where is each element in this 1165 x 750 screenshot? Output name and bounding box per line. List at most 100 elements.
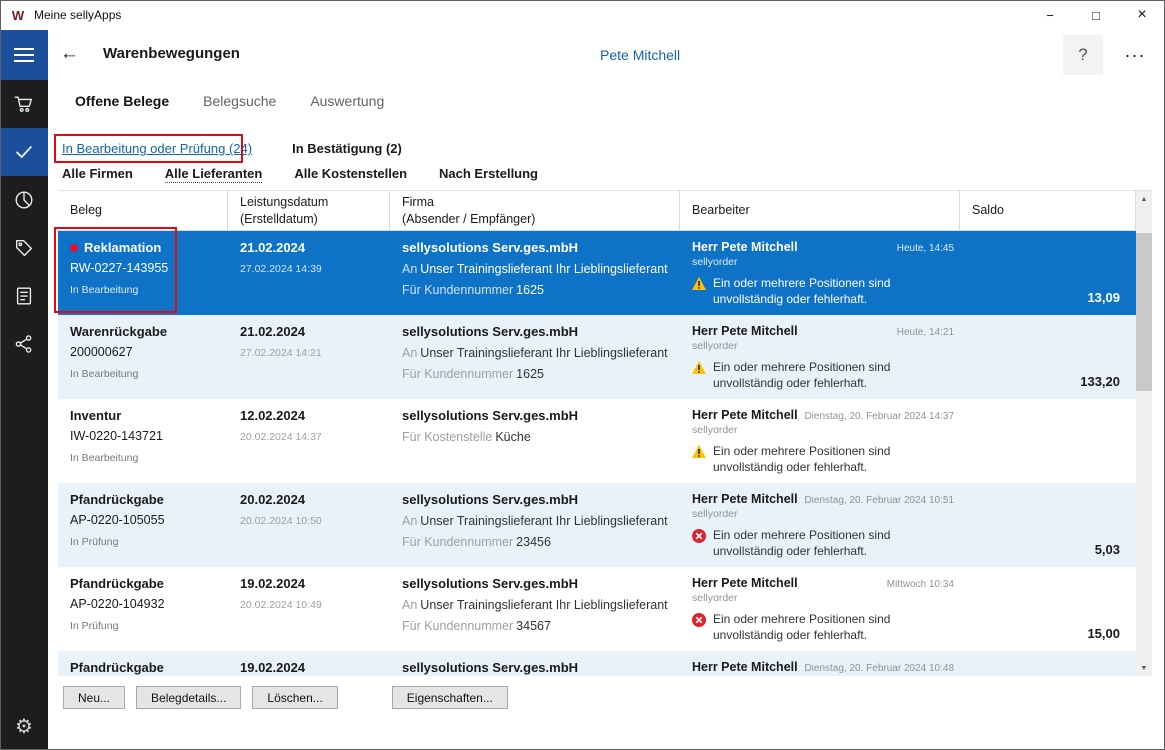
column-header-beleg[interactable]: Beleg xyxy=(58,191,228,230)
tab-belegsuche[interactable]: Belegsuche xyxy=(203,93,276,109)
beleg-status: In Bearbeitung xyxy=(70,368,228,380)
table-row[interactable]: ReklamationRW-0227-143955In Bearbeitung2… xyxy=(58,231,1136,315)
date-cell: 21.02.202427.02.2024 14:21 xyxy=(228,315,390,399)
alert-message: Ein oder mehrere Positionen sind unvolls… xyxy=(713,276,944,307)
table-row[interactable]: PfandrückgabeAP-0220-104932In Prüfung19.… xyxy=(58,567,1136,651)
cart-icon[interactable] xyxy=(0,80,48,128)
settings-gear-icon[interactable]: ⚙ xyxy=(0,702,48,750)
alert-message: Ein oder mehrere Positionen sind unvolls… xyxy=(713,444,944,475)
eigenschaften-button[interactable]: Eigenschaften... xyxy=(392,686,508,709)
maximize-button[interactable]: □ xyxy=(1073,0,1119,30)
created-date: 20.02.2024 14:37 xyxy=(240,431,390,443)
firma-cell: sellysolutions Serv.ges.mbH AnUnser Train… xyxy=(390,315,680,399)
column-header-saldo[interactable]: Saldo xyxy=(960,191,1136,230)
company-detail: AnUnser Trainingslieferant Ihr Lieblings… xyxy=(402,514,680,528)
beleg-number: RW-0227-143955 xyxy=(70,261,228,275)
source-app: sellyorder xyxy=(692,508,954,520)
bearbeiter-cell: Herr Pete MitchellDienstag, 20. Februar … xyxy=(680,399,960,483)
column-header-leistungsdatum[interactable]: Leistungsdatum(Erstelldatum) xyxy=(228,191,390,230)
more-options-button[interactable]: ··· xyxy=(1115,35,1155,75)
journal-icon[interactable] xyxy=(0,272,48,320)
date-cell: 21.02.202427.02.2024 14:39 xyxy=(228,231,390,315)
edit-timestamp: Heute, 14:21 xyxy=(897,327,954,338)
editor-name: Herr Pete Mitchell xyxy=(692,240,798,254)
source-app: sellyorder xyxy=(692,424,954,436)
saldo-value: 13,09 xyxy=(1087,290,1120,305)
edit-timestamp: Dienstag, 20. Februar 2024 10:51 xyxy=(804,495,954,506)
company-detail: AnUnser Trainingslieferant Ihr Lieblings… xyxy=(402,598,680,612)
pie-chart-icon[interactable] xyxy=(0,176,48,224)
source-app: sellyorder xyxy=(692,340,954,352)
table-row[interactable]: PfandrückgabeAP-0220-105055In Prüfung20.… xyxy=(58,483,1136,567)
saldo-cell: 133,20 xyxy=(960,315,1136,399)
created-date: 20.02.2024 10:50 xyxy=(240,515,390,527)
neu-button[interactable]: Neu... xyxy=(63,686,125,709)
beleg-cell: PfandrückgabeAP-0220-105055In Prüfung xyxy=(58,483,228,567)
column-header-firma[interactable]: Firma(Absender / Empfänger) xyxy=(390,191,680,230)
tab-offene-belege[interactable]: Offene Belege xyxy=(75,93,169,109)
window-controls: − □ × xyxy=(1027,0,1165,30)
share-icon[interactable] xyxy=(0,320,48,368)
service-date: 19.02.2024 xyxy=(240,660,390,675)
saldo-cell xyxy=(960,651,1136,676)
scope-filter-bar: Alle Firmen Alle Lieferanten Alle Kostenst… xyxy=(62,166,538,183)
date-cell: 12.02.202420.02.2024 14:37 xyxy=(228,399,390,483)
beleg-number: AP-0220-105055 xyxy=(70,513,228,527)
beleg-cell: ReklamationRW-0227-143955In Bearbeitung xyxy=(58,231,228,315)
company-detail: Für Kundennummer1625 xyxy=(402,283,680,297)
check-icon[interactable] xyxy=(0,128,48,176)
company-name: sellysolutions Serv.ges.mbH xyxy=(402,324,680,339)
filter-nach-erstellung[interactable]: Nach Erstellung xyxy=(439,166,538,183)
scroll-down-icon[interactable]: ▼ xyxy=(1136,660,1152,676)
service-date: 21.02.2024 xyxy=(240,324,390,339)
date-cell: 20.02.202420.02.2024 10:50 xyxy=(228,483,390,567)
edit-timestamp: Heute, 14:45 xyxy=(897,243,954,254)
hamburger-menu-icon[interactable] xyxy=(0,30,48,80)
filter-alle-lieferanten[interactable]: Alle Lieferanten xyxy=(165,166,263,183)
saldo-value: 133,20 xyxy=(1080,374,1120,389)
minimize-button[interactable]: − xyxy=(1027,0,1073,30)
edit-timestamp: Dienstag, 20. Februar 2024 10:48 xyxy=(804,663,954,674)
company-detail: Für Kundennummer23456 xyxy=(402,535,680,549)
filter-alle-kostenstellen[interactable]: Alle Kostenstellen xyxy=(294,166,407,183)
scrollbar-thumb[interactable] xyxy=(1136,233,1152,391)
saldo-cell: 5,03 xyxy=(960,483,1136,567)
company-detail: AnUnser Trainingslieferant Ihr Lieblings… xyxy=(402,346,680,360)
filter-in-bestätigung-2[interactable]: In Bestätigung (2) xyxy=(292,141,402,156)
date-cell: 19.02.202420.02.2024 10:49 xyxy=(228,567,390,651)
tag-icon[interactable] xyxy=(0,224,48,272)
table-row[interactable]: Pfandrückgabe19.02.2024sellysolutions Se… xyxy=(58,651,1136,676)
tab-bar: Offene Belege Belegsuche Auswertung xyxy=(75,93,384,109)
saldo-value: 15,00 xyxy=(1087,626,1120,641)
beleg-type: Inventur xyxy=(70,408,121,423)
source-app: sellyorder xyxy=(692,592,954,604)
back-button[interactable]: ← xyxy=(60,43,79,65)
vertical-scrollbar[interactable]: ▲ ▼ xyxy=(1136,191,1152,676)
beleg-cell: InventurIW-0220-143721In Bearbeitung xyxy=(58,399,228,483)
user-menu[interactable]: Pete Mitchell xyxy=(600,30,680,80)
column-header-bearbeiter[interactable]: Bearbeiter xyxy=(680,191,960,230)
beleg-cell: Warenrückgabe200000627In Bearbeitung xyxy=(58,315,228,399)
beleg-type: Pfandrückgabe xyxy=(70,492,164,507)
löschen-button[interactable]: Löschen... xyxy=(252,686,337,709)
editor-name: Herr Pete Mitchell xyxy=(692,576,798,590)
table-row[interactable]: InventurIW-0220-143721In Bearbeitung12.0… xyxy=(58,399,1136,483)
belegdetails-button[interactable]: Belegdetails... xyxy=(136,686,241,709)
alert-message: Ein oder mehrere Positionen sind unvolls… xyxy=(713,612,944,643)
tab-auswertung[interactable]: Auswertung xyxy=(310,93,384,109)
beleg-type: Warenrückgabe xyxy=(70,324,167,339)
beleg-status: In Bearbeitung xyxy=(70,284,228,296)
beleg-type: Pfandrückgabe xyxy=(70,576,164,591)
beleg-status: In Bearbeitung xyxy=(70,452,228,464)
filter-alle-firmen[interactable]: Alle Firmen xyxy=(62,166,133,183)
status-filter-bar: In Bearbeitung oder Prüfung (24) In Bestä… xyxy=(62,141,402,156)
scroll-up-icon[interactable]: ▲ xyxy=(1136,191,1152,208)
help-button[interactable]: ? xyxy=(1063,35,1103,75)
editor-name: Herr Pete Mitchell xyxy=(692,324,798,338)
close-button[interactable]: × xyxy=(1119,0,1165,30)
filter-in-bearbeitung-oder-prüfung-24[interactable]: In Bearbeitung oder Prüfung (24) xyxy=(62,141,252,156)
table-row[interactable]: Warenrückgabe200000627In Bearbeitung21.0… xyxy=(58,315,1136,399)
editor-name: Herr Pete Mitchell xyxy=(692,660,798,674)
beleg-cell: PfandrückgabeAP-0220-104932In Prüfung xyxy=(58,567,228,651)
action-bar: Neu... Belegdetails... Löschen... Eigenscha… xyxy=(63,686,519,709)
